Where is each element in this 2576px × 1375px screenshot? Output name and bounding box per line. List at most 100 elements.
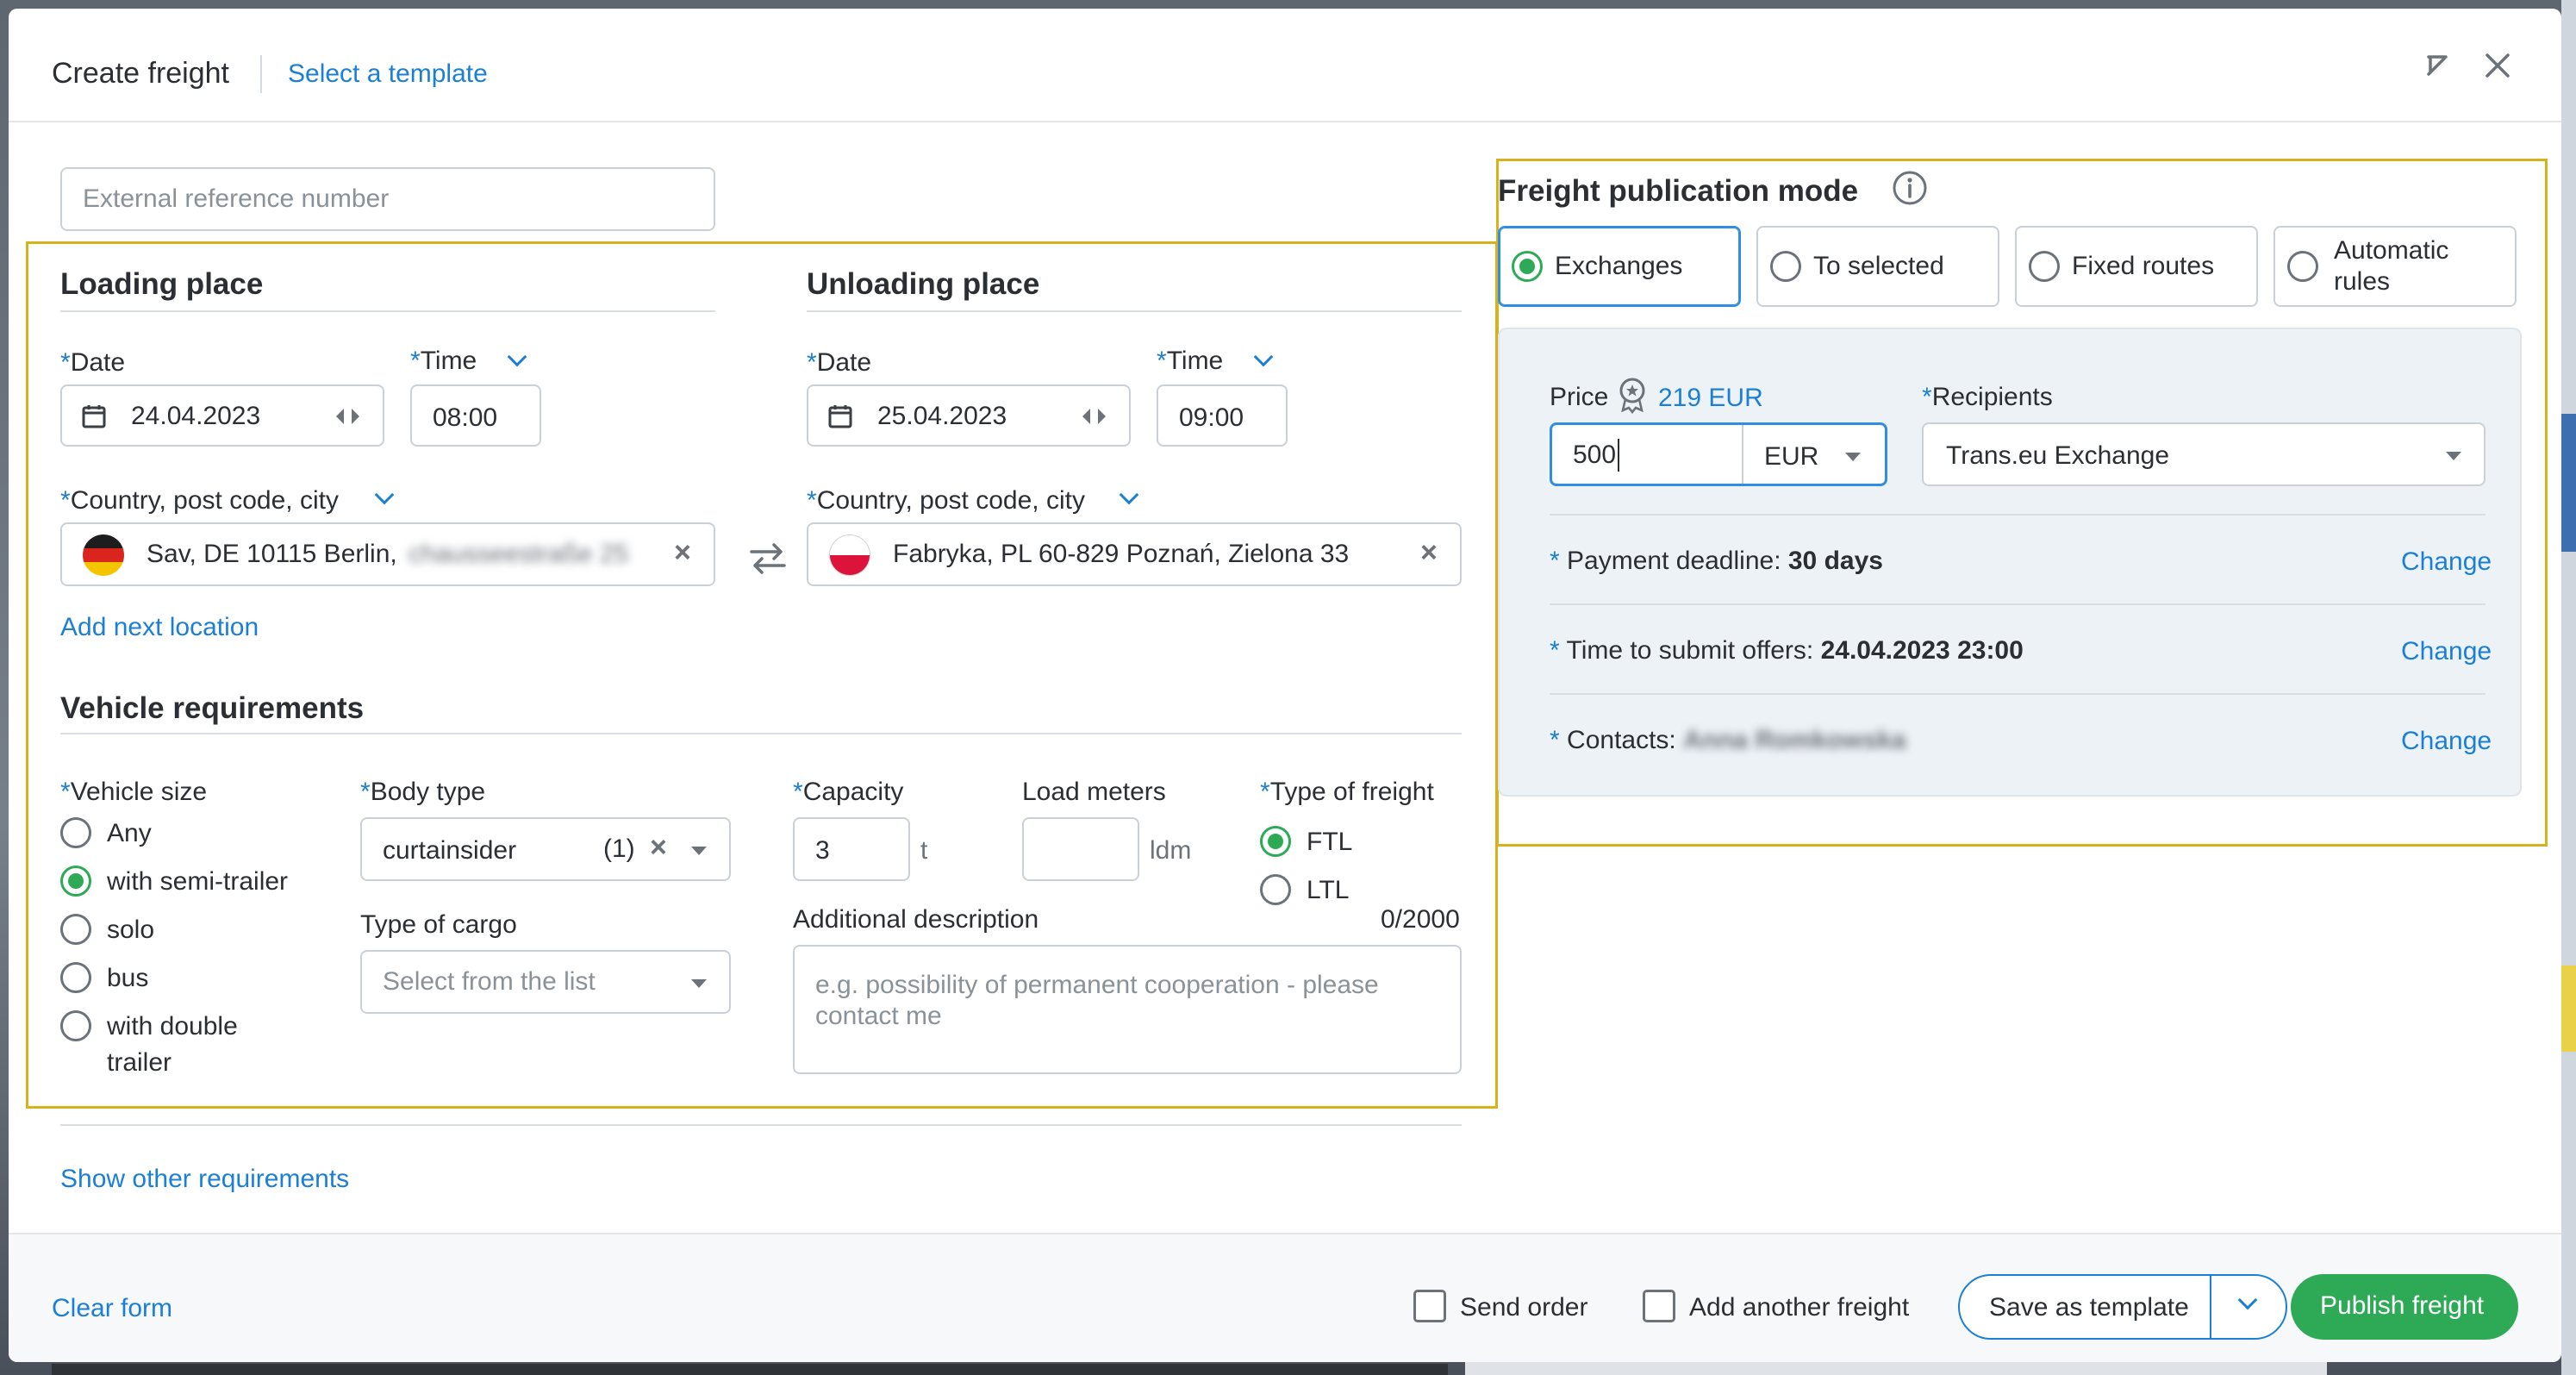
prev-date-icon[interactable] [336,409,344,424]
unloading-rule [807,310,1462,312]
clear-form-link[interactable]: Clear form [52,1293,172,1324]
change-contacts-link[interactable]: Change [2401,726,2492,757]
caret-down-icon[interactable] [2446,452,2461,460]
radio-double-trailer-label-2: trailer [107,1048,172,1077]
change-offers-link[interactable]: Change [2401,636,2492,667]
loading-date-label: *Date [60,348,126,377]
germany-flag-icon [83,534,124,576]
radio-ftl-label: FTL [1307,828,1353,856]
description-counter: 0/2000 [1381,905,1460,934]
mode-fixed-routes-radio [2029,251,2060,282]
change-payment-link[interactable]: Change [2401,547,2492,578]
currency-select[interactable]: EUR [1764,442,1818,472]
radio-double-trailer[interactable] [60,1010,91,1041]
loading-location-input[interactable]: Sav, DE 10115 Berlin, chausseestraße 25 … [60,522,715,586]
freight-type-label: *Type of freight [1260,778,1434,806]
swap-locations-icon[interactable] [746,541,789,576]
split-divider [2210,1276,2211,1338]
unloading-date-input[interactable]: 25.04.2023 [807,384,1131,447]
vehicle-size-label: *Vehicle size [60,778,208,806]
body-type-label: *Body type [360,778,486,806]
publish-freight-button[interactable]: Publish freight [2291,1274,2518,1340]
clear-body-type-icon[interactable]: × [650,831,667,865]
cargo-type-label: Type of cargo [360,910,517,939]
description-label: Additional description [793,905,1039,934]
radio-ftl[interactable] [1260,826,1291,857]
loading-rule [60,310,715,312]
create-freight-modal: Create freight Select a template Externa… [9,9,2561,1362]
save-as-template-button[interactable]: Save as template [1958,1274,2287,1340]
unloading-location-input[interactable]: Fabryka, PL 60-829 Poznań, Zielona 33 × [807,522,1462,586]
add-another-freight-checkbox[interactable] [1643,1290,1675,1322]
loading-time-label: *Time [410,347,477,375]
award-badge-icon [1615,376,1650,415]
mode-to-selected-radio [1770,251,1801,282]
bottom-rule [60,1124,1462,1126]
mode-fixed-routes[interactable]: Fixed routes [2015,226,2258,307]
body-count: (1) [603,834,635,863]
caret-down-icon[interactable] [691,847,707,855]
radio-semi-trailer-label: with semi-trailer [107,867,289,896]
minimize-icon[interactable] [2420,48,2454,83]
recipients-select[interactable]: Trans.eu Exchange [1922,422,2486,486]
add-next-location-link[interactable]: Add next location [60,612,259,643]
send-order-checkbox[interactable] [1413,1290,1446,1322]
contacts: * Contacts: Anna Romkowska [1550,726,1906,754]
price-input[interactable]: 500 EUR [1550,422,1887,486]
currency-divider [1742,425,1743,484]
load-meters-input[interactable] [1022,817,1139,881]
clear-location-icon[interactable]: × [674,536,691,570]
time-to-submit-offers: * Time to submit offers: 24.04.2023 23:0… [1550,636,2024,665]
external-reference-input[interactable]: External reference number [60,167,715,231]
info-icon[interactable] [1891,169,1929,207]
panel-rule-1 [1550,514,2486,516]
radio-solo-label: solo [107,916,155,944]
radio-ltl[interactable] [1260,874,1291,905]
radio-semi-trailer[interactable] [60,866,91,897]
ldm-unit: ldm [1150,836,1192,865]
caret-down-icon[interactable] [1845,453,1861,461]
text-cursor [1618,439,1619,472]
vehicle-rule [60,733,1462,734]
mode-automatic-rules[interactable]: Automatic rules [2273,226,2517,307]
unloading-place-title: Unloading place [807,267,1040,301]
capacity-input[interactable]: 3 [793,817,910,881]
next-date-icon[interactable] [352,409,359,424]
mode-exchanges-radio [1512,251,1543,282]
unloading-date-label: *Date [807,348,872,377]
add-another-freight-label: Add another freight [1689,1293,1910,1322]
radio-any[interactable] [60,817,91,848]
cargo-type-select[interactable]: Select from the list [360,950,731,1014]
description-textarea[interactable]: e.g. possibility of permanent cooperatio… [793,945,1462,1074]
vehicle-requirements-title: Vehicle requirements [60,691,365,725]
show-other-requirements-link[interactable]: Show other requirements [60,1164,349,1195]
modal-title: Create freight [52,57,229,90]
prev-date-icon[interactable] [1082,409,1090,424]
next-date-icon[interactable] [1098,409,1106,424]
calendar-icon [828,405,852,428]
unloading-location-label: *Country, post code, city [807,486,1085,515]
loading-date-input[interactable]: 24.04.2023 [60,384,384,447]
radio-solo[interactable] [60,914,91,945]
payment-deadline: * Payment deadline: 30 days [1550,547,1883,575]
unloading-time-label: *Time [1157,347,1224,375]
mode-to-selected[interactable]: To selected [1756,226,1999,307]
calendar-icon [82,405,106,428]
chevron-down-icon[interactable] [2237,1290,2258,1310]
radio-bus[interactable] [60,962,91,993]
price-suggestion[interactable]: 219 EUR [1658,383,1763,414]
blurred-street: chausseestraße 25 [409,540,629,568]
loading-time-input[interactable]: 08:00 [410,384,541,447]
close-icon[interactable] [2480,48,2515,83]
capacity-unit: t [920,836,928,865]
select-template-link[interactable]: Select a template [288,59,488,90]
body-type-select[interactable]: curtainsider (1) × [360,817,731,881]
caret-down-icon[interactable] [691,979,707,988]
loading-place-title: Loading place [60,267,264,301]
radio-bus-label: bus [107,964,149,992]
clear-location-icon[interactable]: × [1420,536,1438,570]
unloading-time-input[interactable]: 09:00 [1157,384,1288,447]
mode-exchanges[interactable]: Exchanges [1498,226,1741,307]
publication-mode-title: Freight publication mode [1498,174,1859,208]
radio-any-label: Any [107,819,152,847]
